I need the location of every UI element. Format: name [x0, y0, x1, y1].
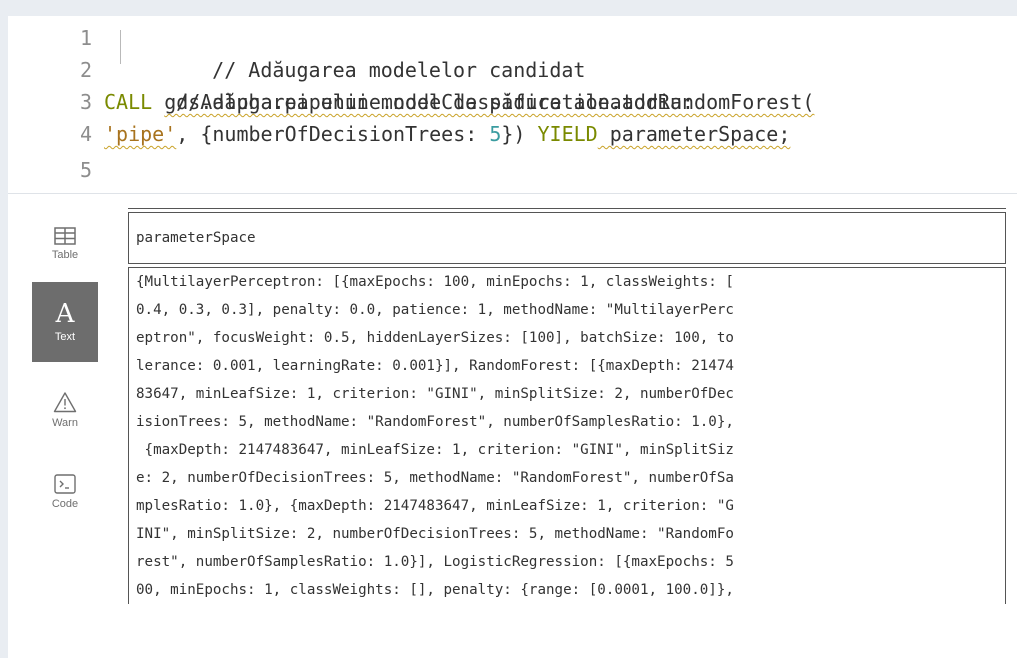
result-line: 83647, minLeafSize: 1, criterion: "GINI"…: [128, 380, 1006, 408]
warn-view-label: Warn: [52, 417, 78, 429]
result-line: 00, minEpochs: 1, classWeights: [], pena…: [128, 576, 1006, 604]
result-line: mplesRatio: 1.0}, {maxDepth: 2147483647,…: [128, 492, 1006, 520]
table-view-label: Table: [51, 249, 79, 261]
code-line-3[interactable]: CALL gds.alpha.pipeline.nodeClassificati…: [104, 86, 814, 118]
keyword-token: YIELD: [537, 122, 598, 146]
indent-guide: [120, 30, 121, 64]
code-line-1[interactable]: // Adăugarea modelelor candidat: [164, 22, 585, 82]
procedure-token: gds.alpha.pipeline.nodeClassification.ad…: [164, 90, 815, 114]
result-line: {MultilayerPerceptron: [{maxEpochs: 100,…: [128, 268, 1006, 296]
line-number: 2: [79, 58, 92, 82]
line-number: 1: [79, 26, 92, 50]
result-view-sidebar: Table A Text Warn Code: [8, 194, 98, 658]
column-header: parameterSpace: [128, 213, 1006, 263]
code-view-label: Code: [51, 498, 79, 510]
code-line-4[interactable]: 'pipe', {numberOfDecisionTrees: 5}) YIEL…: [104, 118, 790, 150]
warn-view-button[interactable]: Warn: [32, 370, 98, 450]
result-rows: {MultilayerPerceptron: [{maxEpochs: 100,…: [128, 268, 1006, 604]
punct-token: ,: [176, 122, 201, 146]
result-line: eptron", focusWeight: 0.5, hiddenLayerSi…: [128, 324, 1006, 352]
line-number-gutter: 1 2 3 4 5: [8, 16, 96, 193]
number-token: 5: [489, 122, 502, 146]
table-icon: [54, 227, 76, 245]
result-line: lerance: 0.001, learningRate: 0.001}], R…: [128, 352, 1006, 380]
line-number: 4: [79, 122, 92, 146]
result-line: e: 2, numberOfDecisionTrees: 5, methodNa…: [128, 464, 1006, 492]
table-view-button[interactable]: Table: [32, 204, 98, 284]
text-result-pane[interactable]: parameterSpace {MultilayerPerceptron: [{…: [98, 194, 1017, 658]
text-icon: A: [55, 299, 75, 329]
text-view-button[interactable]: A Text: [32, 282, 98, 362]
text-view-label: Text: [54, 331, 76, 343]
result-line: rest", numberOfSamplesRatio: 1.0}], Logi…: [128, 548, 1006, 576]
line-number: 3: [79, 90, 92, 114]
result-line: 0.4, 0.3, 0.3], penalty: 0.0, patience: …: [128, 296, 1006, 324]
line-number: 5: [79, 158, 92, 182]
result-line: isionTrees: 5, methodName: "RandomForest…: [128, 408, 1006, 436]
code-view-button[interactable]: Code: [32, 452, 98, 532]
terminal-icon: [54, 474, 76, 494]
variable-token: parameterSpace;: [597, 122, 791, 146]
result-line: {maxDepth: 2147483647, minLeafSize: 1, c…: [128, 436, 1006, 464]
ascii-result-table: parameterSpace {MultilayerPerceptron: [{…: [128, 208, 1006, 604]
map-token: {numberOfDecisionTrees:: [200, 122, 490, 146]
string-token: 'pipe': [104, 122, 177, 146]
keyword-token: CALL: [104, 90, 153, 114]
code-line-2[interactable]: //Adăugarea unui model de pădure aleator…: [128, 54, 694, 114]
result-line: INI", minSplitSize: 2, numberOfDecisionT…: [128, 520, 1006, 548]
warning-icon: [53, 392, 77, 413]
punct-token: }): [501, 122, 538, 146]
query-editor[interactable]: 1 2 3 4 5 // Adăugarea modelelor candida…: [8, 16, 1017, 194]
